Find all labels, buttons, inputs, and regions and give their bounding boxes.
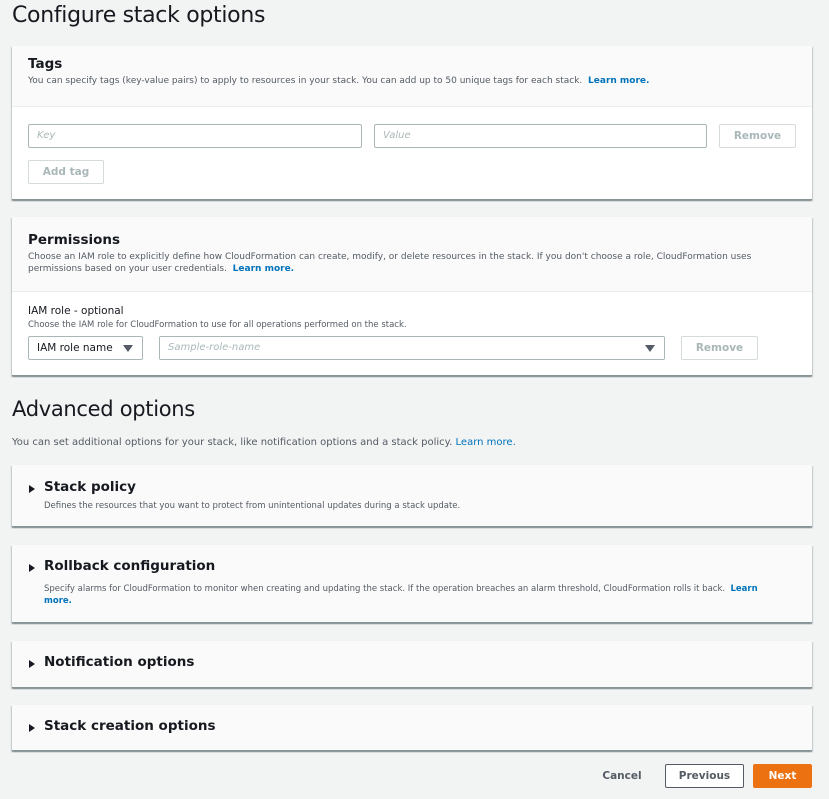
advanced-learn-more-link[interactable]: Learn more. <box>456 437 516 448</box>
notification-options-expander[interactable]: Notification options <box>12 641 812 688</box>
page-title: Configure stack options <box>12 3 266 28</box>
next-button[interactable]: Next <box>753 764 812 788</box>
caret-right-icon <box>29 660 35 668</box>
permissions-description: Choose an IAM role to explicitly define … <box>28 252 752 274</box>
previous-button[interactable]: Previous <box>665 764 744 788</box>
tag-value-input[interactable]: Value <box>374 124 707 148</box>
cancel-button[interactable]: Cancel <box>592 764 652 788</box>
stack-policy-title: Stack policy <box>44 479 136 495</box>
advanced-options-title: Advanced options <box>12 397 195 421</box>
chevron-down-icon <box>123 345 133 352</box>
iam-role-type-value: IAM role name <box>37 342 113 354</box>
tag-remove-button[interactable]: Remove <box>719 124 796 148</box>
tag-key-input[interactable]: Key <box>28 124 362 148</box>
rollback-configuration-title: Rollback configuration <box>44 558 216 574</box>
notification-options-title: Notification options <box>44 654 195 670</box>
tags-description: You can specify tags (key-value pairs) t… <box>28 76 650 86</box>
tag-value-placeholder: Value <box>383 130 411 141</box>
advanced-options-description: You can set additional options for your … <box>12 437 516 448</box>
caret-right-icon <box>29 724 35 732</box>
stack-creation-options-title: Stack creation options <box>44 718 216 734</box>
permissions-title: Permissions <box>28 232 121 248</box>
iam-role-label: IAM role - optional <box>28 305 124 317</box>
iam-role-description: Choose the IAM role for CloudFormation t… <box>28 320 407 330</box>
tags-panel: Tags You can specify tags (key-value pai… <box>12 46 812 200</box>
tags-panel-header: Tags You can specify tags (key-value pai… <box>12 46 812 107</box>
permissions-learn-more-link[interactable]: Learn more. <box>233 264 294 274</box>
tag-key-placeholder: Key <box>37 130 56 141</box>
permissions-panel-header: Permissions Choose an IAM role to explic… <box>12 217 812 292</box>
iam-role-name-select[interactable]: Sample-role-name <box>159 336 665 360</box>
caret-right-icon <box>29 564 35 572</box>
iam-role-type-select[interactable]: IAM role name <box>28 336 143 360</box>
rollback-configuration-description: Specify alarms for CloudFormation to mon… <box>44 584 758 606</box>
iam-role-name-placeholder: Sample-role-name <box>168 342 261 353</box>
stack-creation-options-expander[interactable]: Stack creation options <box>12 705 812 751</box>
chevron-down-icon <box>645 345 655 352</box>
rollback-configuration-expander[interactable]: Rollback configuration Specify alarms fo… <box>12 545 812 623</box>
permissions-panel: Permissions Choose an IAM role to explic… <box>12 217 812 376</box>
add-tag-button[interactable]: Add tag <box>28 160 104 184</box>
tags-learn-more-link[interactable]: Learn more. <box>588 76 649 86</box>
caret-right-icon <box>29 485 35 493</box>
tags-title: Tags <box>28 56 63 72</box>
iam-role-remove-button[interactable]: Remove <box>681 336 758 360</box>
stack-policy-expander[interactable]: Stack policy Defines the resources that … <box>12 465 812 527</box>
stack-policy-description: Defines the resources that you want to p… <box>44 501 461 511</box>
